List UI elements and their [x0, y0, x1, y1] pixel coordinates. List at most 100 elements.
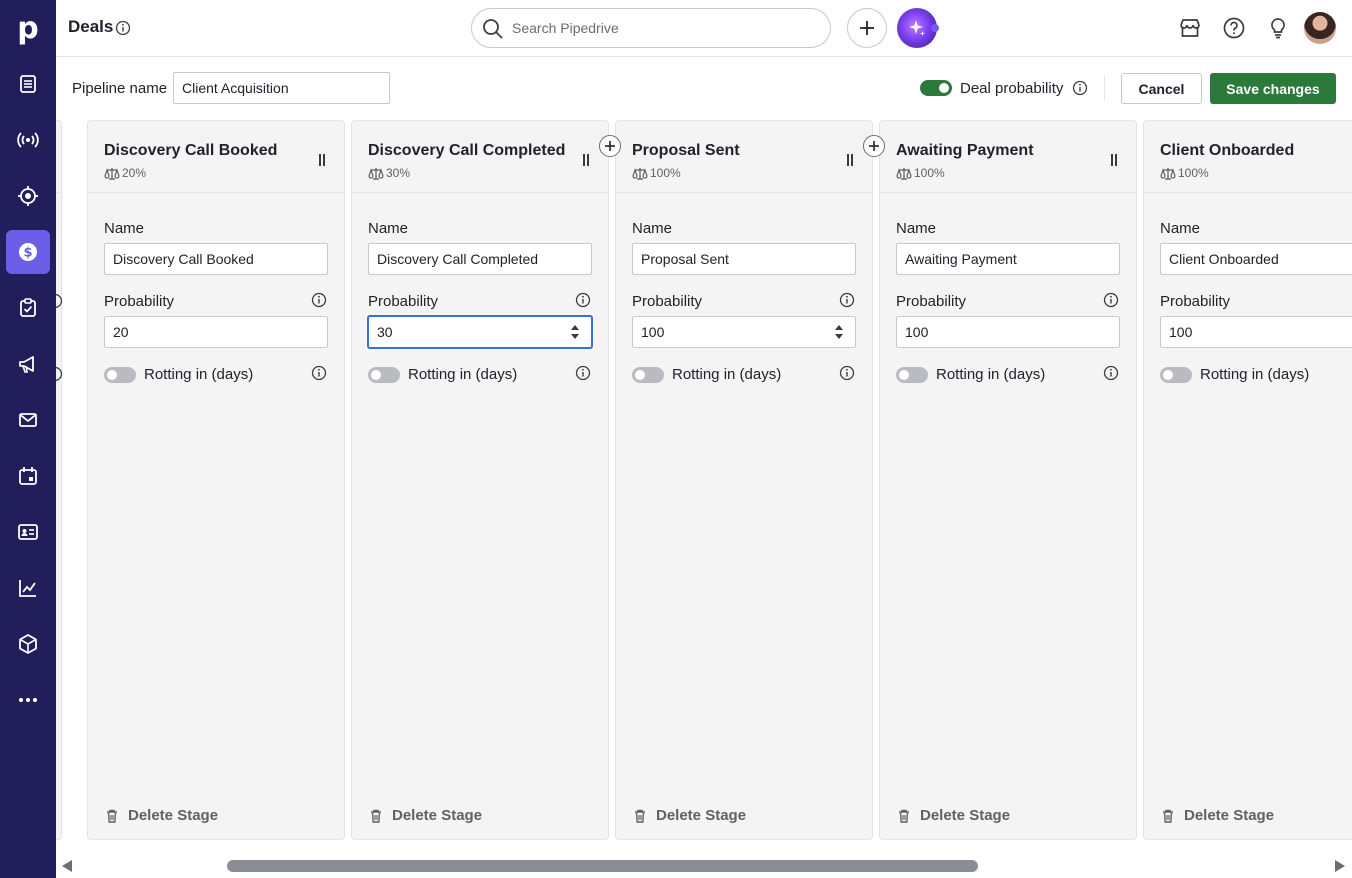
stage-title: Client Onboarded: [1160, 142, 1295, 159]
insert-stage-button[interactable]: [599, 135, 621, 157]
user-avatar[interactable]: [1304, 12, 1336, 44]
nav-calendar[interactable]: [6, 454, 50, 498]
contacts-icon: [18, 524, 38, 540]
info-icon[interactable]: [1103, 365, 1119, 381]
save-changes-button[interactable]: Save changes: [1210, 73, 1336, 104]
stage-column: Discovery Call Booked 20% Name Probabili…: [87, 120, 345, 840]
stage-probability-input[interactable]: [896, 316, 1120, 348]
delete-stage-button[interactable]: Delete Stage: [632, 807, 746, 824]
drag-handle[interactable]: [846, 154, 854, 166]
stage-title: Discovery Call Booked: [104, 142, 278, 159]
stage-name-input[interactable]: [1160, 243, 1352, 275]
info-icon[interactable]: [115, 20, 131, 36]
scale-icon: [104, 167, 120, 180]
stage-probability-input[interactable]: [368, 316, 592, 348]
scrollbar-thumb[interactable]: [227, 860, 978, 872]
deal-probability-label: Deal probability: [960, 80, 1064, 97]
info-icon[interactable]: [575, 365, 591, 381]
stage-name-input[interactable]: [104, 243, 328, 275]
tasks-icon: [20, 298, 36, 317]
number-spinner-icon[interactable]: [570, 323, 580, 341]
info-icon[interactable]: [1103, 292, 1119, 308]
left-navigation: p $: [0, 0, 56, 878]
drag-handle[interactable]: [582, 154, 590, 166]
search-input[interactable]: [512, 17, 812, 39]
nav-target[interactable]: [6, 174, 50, 218]
deal-probability-toggle[interactable]: [920, 80, 952, 96]
stages-board: Discovery Call Booked 20% Name Probabili…: [56, 119, 1352, 841]
stage-column: Client Onboarded 100% Name Probability R…: [1143, 120, 1352, 840]
horizontal-scrollbar[interactable]: [56, 852, 1352, 878]
stage-header: Proposal Sent 100%: [616, 121, 872, 193]
info-icon[interactable]: [56, 293, 63, 309]
nav-insights[interactable]: [6, 566, 50, 610]
stage-probability-summary: 100%: [1160, 166, 1209, 180]
stage-probability-summary: 100%: [632, 166, 681, 180]
delete-stage-label: Delete Stage: [656, 807, 747, 824]
cancel-button[interactable]: Cancel: [1121, 73, 1202, 104]
top-header: Deals: [56, 0, 1352, 57]
stage-probability-input[interactable]: [632, 316, 856, 348]
insights-icon: [19, 580, 36, 597]
stage-probability-value: 100%: [1178, 166, 1209, 180]
info-icon[interactable]: [839, 365, 855, 381]
stage-name-input[interactable]: [368, 243, 592, 275]
nav-leads[interactable]: [6, 62, 50, 106]
insert-stage-button[interactable]: [863, 135, 885, 157]
mail-icon: [19, 413, 37, 427]
drag-handle[interactable]: [1110, 154, 1118, 166]
nav-deals[interactable]: $: [6, 230, 50, 274]
delete-stage-button[interactable]: Delete Stage: [368, 807, 482, 824]
drag-handle[interactable]: [318, 154, 326, 166]
probability-label: Probability: [368, 293, 439, 310]
nav-products[interactable]: [6, 622, 50, 666]
stage-name-input[interactable]: [896, 243, 1120, 275]
calendar-icon: [19, 467, 37, 485]
stage-name-input[interactable]: [632, 243, 856, 275]
rotting-label: Rotting in (days): [936, 366, 1046, 383]
delete-stage-button[interactable]: Delete Stage: [896, 807, 1010, 824]
rotting-toggle[interactable]: [104, 367, 136, 383]
stage-title: Awaiting Payment: [896, 142, 1034, 159]
quick-add-button[interactable]: [847, 8, 887, 48]
help-icon[interactable]: [1222, 16, 1246, 40]
deals-icon: $: [19, 243, 37, 261]
delete-stage-label: Delete Stage: [392, 807, 483, 824]
stage-column-partial: [56, 120, 63, 840]
nav-broadcast[interactable]: [6, 118, 50, 162]
nav-more[interactable]: [6, 678, 50, 722]
stage-probability-input[interactable]: [1160, 316, 1352, 348]
lightbulb-icon[interactable]: [1266, 16, 1290, 40]
rotting-toggle[interactable]: [368, 367, 400, 383]
stage-probability-input[interactable]: [104, 316, 328, 348]
campaigns-icon: [19, 356, 34, 373]
delete-stage-button[interactable]: Delete Stage: [104, 807, 218, 824]
nav-tasks[interactable]: [6, 286, 50, 330]
scale-icon: [368, 167, 384, 180]
delete-stage-button[interactable]: Delete Stage: [1160, 807, 1274, 824]
info-icon[interactable]: [311, 365, 327, 381]
info-icon[interactable]: [839, 292, 855, 308]
pipeline-name-input[interactable]: [173, 72, 390, 104]
info-icon[interactable]: [1072, 80, 1088, 96]
info-icon[interactable]: [575, 292, 591, 308]
broadcast-icon: [17, 132, 39, 148]
rotting-toggle[interactable]: [1160, 367, 1192, 383]
rotting-label: Rotting in (days): [144, 366, 254, 383]
pipedrive-logo[interactable]: p: [0, 0, 56, 56]
number-spinner-icon[interactable]: [834, 323, 844, 341]
trash-icon: [635, 809, 645, 823]
nav-mail[interactable]: [6, 398, 50, 442]
rotting-toggle[interactable]: [632, 367, 664, 383]
scroll-right-arrow-icon[interactable]: [1335, 860, 1345, 872]
rotting-toggle[interactable]: [896, 367, 928, 383]
trash-icon: [899, 809, 909, 823]
search-bar[interactable]: [471, 8, 831, 48]
nav-campaigns[interactable]: [6, 342, 50, 386]
marketplace-icon[interactable]: [1178, 16, 1202, 40]
info-icon[interactable]: [311, 292, 327, 308]
scroll-left-arrow-icon[interactable]: [62, 860, 72, 872]
stage-probability-summary: 30%: [368, 166, 410, 180]
info-icon[interactable]: [56, 366, 63, 382]
nav-contacts[interactable]: [6, 510, 50, 554]
